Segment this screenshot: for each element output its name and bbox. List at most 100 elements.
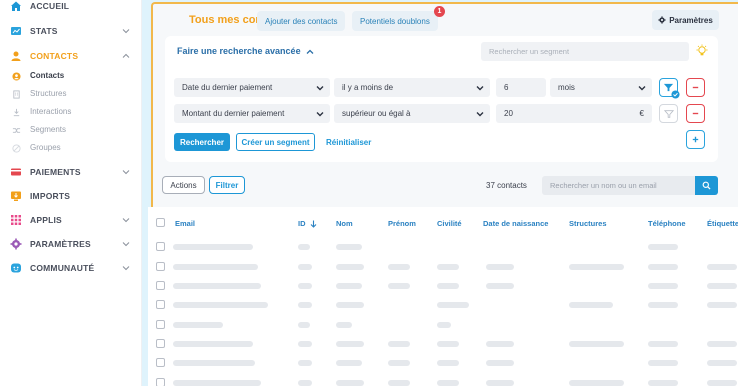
tab-potentiels-doublons[interactable]: Potentiels doublons: [352, 11, 438, 31]
field-select[interactable]: Montant du dernier paiement: [174, 104, 330, 123]
operator-select[interactable]: il y a moins de: [334, 78, 490, 97]
sub-item-label: Segments: [30, 125, 67, 134]
column-header-date-naissance[interactable]: Date de naissance: [483, 219, 548, 228]
reinitialiser-button[interactable]: Réinitialiser: [326, 133, 371, 151]
column-header-telephone[interactable]: Téléphone: [648, 219, 686, 228]
interaction-icon: [11, 107, 21, 117]
loading-placeholder: [298, 264, 312, 270]
filter-toggle-button[interactable]: [659, 104, 678, 123]
filter-toggle-button[interactable]: [659, 78, 680, 99]
loading-placeholder: [569, 380, 624, 386]
table-row[interactable]: [148, 378, 738, 386]
chevron-down-icon: [122, 242, 130, 247]
column-header-etiquettes[interactable]: Étiquettes: [707, 219, 738, 228]
value-input[interactable]: 6: [496, 78, 546, 97]
row-checkbox[interactable]: [156, 358, 165, 367]
column-header-nom[interactable]: Nom: [336, 219, 353, 228]
sub-item-contacts[interactable]: Contacts: [0, 67, 142, 85]
gear-icon: [658, 16, 666, 24]
loading-placeholder: [648, 283, 678, 289]
nav-contacts[interactable]: CONTACTS: [0, 45, 142, 67]
column-header-civilite[interactable]: Civilité: [437, 219, 462, 228]
row-checkbox[interactable]: [156, 378, 165, 386]
table-row[interactable]: [148, 281, 738, 293]
nav-stats[interactable]: STATS: [0, 20, 142, 42]
row-checkbox[interactable]: [156, 300, 165, 309]
nav-applis[interactable]: APPLIS: [0, 209, 142, 231]
field-select-value: Date du dernier paiement: [182, 83, 273, 92]
nav-paiements[interactable]: PAIEMENTS: [0, 161, 142, 183]
table-row[interactable]: [148, 339, 738, 351]
loading-placeholder: [437, 380, 459, 386]
loading-placeholder: [388, 341, 410, 347]
actions-button[interactable]: Actions: [162, 176, 205, 194]
nav-parametres[interactable]: PARAMÈTRES: [0, 233, 142, 255]
table-row[interactable]: [148, 262, 738, 274]
remove-criterion-button[interactable]: [686, 104, 705, 123]
loading-placeholder: [173, 322, 223, 328]
contact-search-input[interactable]: Rechercher un nom ou un email: [542, 176, 695, 195]
amount-input-text: 20: [504, 109, 513, 118]
table-row[interactable]: [148, 242, 738, 254]
contact-search-button[interactable]: [695, 176, 718, 195]
loading-placeholder: [569, 264, 624, 270]
row-checkbox[interactable]: [156, 262, 165, 271]
row-checkbox[interactable]: [156, 242, 165, 251]
loading-placeholder: [336, 283, 362, 289]
nav-imports[interactable]: IMPORTS: [0, 185, 142, 207]
table-row[interactable]: [148, 300, 738, 312]
column-header-prenom[interactable]: Prénom: [388, 219, 416, 228]
sub-item-groupes[interactable]: Groupes: [0, 139, 142, 157]
nav-communaute[interactable]: COMMUNAUTÉ: [0, 257, 142, 279]
column-header-email[interactable]: Email: [175, 219, 195, 228]
remove-criterion-button[interactable]: [686, 78, 705, 97]
sub-item-interactions[interactable]: Interactions: [0, 103, 142, 121]
settings-icon: [10, 238, 22, 250]
nav-accueil[interactable]: ACCUEIL: [0, 0, 142, 17]
unit-select[interactable]: mois: [550, 78, 652, 97]
loading-placeholder: [173, 244, 253, 250]
advanced-search-toggle[interactable]: Faire une recherche avancée: [177, 46, 314, 56]
loading-placeholder: [336, 244, 362, 250]
column-header-id[interactable]: ID: [298, 219, 317, 228]
segment-search-input[interactable]: Rechercher un segment: [481, 42, 689, 61]
loading-placeholder: [298, 380, 312, 386]
operator-select-value: il y a moins de: [342, 83, 394, 92]
row-checkbox[interactable]: [156, 339, 165, 348]
loading-placeholder: [707, 341, 737, 347]
row-checkbox[interactable]: [156, 281, 165, 290]
select-all-checkbox[interactable]: [156, 218, 165, 227]
tab-ajouter-contacts[interactable]: Ajouter des contacts: [257, 11, 346, 31]
parametres-button[interactable]: Paramètres: [652, 10, 719, 30]
column-header-structures[interactable]: Structures: [569, 219, 607, 228]
row-checkbox[interactable]: [156, 320, 165, 329]
table-row[interactable]: [148, 358, 738, 370]
nav-label: PAIEMENTS: [30, 167, 81, 177]
loading-placeholder: [569, 302, 613, 308]
loading-placeholder: [388, 380, 410, 386]
sub-item-segments[interactable]: Segments: [0, 121, 142, 139]
rechercher-button[interactable]: Rechercher: [174, 133, 230, 151]
loading-placeholder: [173, 360, 255, 366]
creer-segment-button[interactable]: Créer un segment: [236, 133, 315, 151]
amount-input[interactable]: 20 €: [496, 104, 652, 123]
contacts-icon: [10, 50, 22, 62]
operator-select[interactable]: supérieur ou égal à: [334, 104, 490, 123]
minus-icon: [692, 112, 699, 115]
community-icon: [10, 262, 22, 274]
operator-select-value: supérieur ou égal à: [342, 109, 411, 118]
tab-label: Potentiels doublons: [360, 16, 430, 26]
check-icon: [671, 90, 680, 99]
creer-segment-label: Créer un segment: [241, 137, 310, 147]
add-criterion-button[interactable]: [686, 130, 705, 149]
home-icon: [10, 0, 22, 12]
lightbulb-icon[interactable]: [695, 44, 709, 58]
sub-item-structures[interactable]: Structures: [0, 85, 142, 103]
filtrer-button[interactable]: Filtrer: [209, 176, 245, 194]
advanced-search-title: Faire une recherche avancée: [177, 46, 301, 56]
chevron-up-icon: [306, 49, 314, 54]
field-select[interactable]: Date du dernier paiement: [174, 78, 330, 97]
table-row[interactable]: [148, 320, 738, 332]
loading-placeholder: [173, 341, 253, 347]
payment-icon: [10, 166, 22, 178]
